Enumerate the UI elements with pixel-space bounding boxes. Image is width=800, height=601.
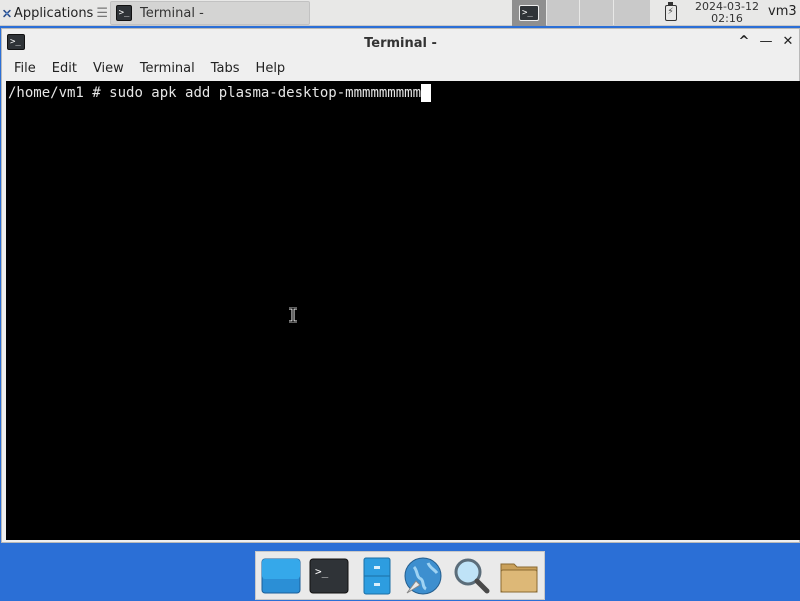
terminal-prompt: /home/vm1 #	[8, 85, 110, 101]
workspace-2-button[interactable]	[547, 0, 579, 26]
app-finder-icon[interactable]	[450, 555, 492, 597]
menu-view[interactable]: View	[85, 57, 132, 81]
svg-text:>_: >_	[315, 565, 329, 578]
ibeam-cursor-icon	[289, 307, 297, 323]
close-icon[interactable]: ✕	[779, 33, 797, 51]
applications-menu-button[interactable]: Applications ☰	[0, 0, 108, 26]
menu-help[interactable]: Help	[248, 57, 294, 81]
menu-edit[interactable]: Edit	[44, 57, 85, 81]
top-panel: Applications ☰ >_ Terminal - >_ ⚡ 2024-0…	[0, 0, 800, 26]
window-titlebar[interactable]: >_ Terminal - ^ — ✕	[2, 29, 799, 57]
menu-separator-icon: ☰	[96, 5, 108, 21]
file-manager-icon[interactable]	[356, 555, 398, 597]
workspace-1-button[interactable]: >_	[512, 0, 546, 26]
user-label[interactable]: vm3	[768, 4, 797, 19]
workspace-terminal-icon: >_	[519, 5, 539, 21]
terminal-window: >_ Terminal - ^ — ✕ File Edit View Termi…	[1, 28, 800, 543]
clock[interactable]: 2024-03-12 02:16	[690, 1, 764, 25]
terminal-app-icon[interactable]: >_	[7, 34, 25, 50]
terminal-command: sudo apk add plasma-desktop-mmmmmmmmm	[109, 85, 422, 101]
taskbar-terminal-label: Terminal -	[140, 5, 204, 21]
minimize-icon[interactable]: —	[757, 33, 775, 51]
menu-file[interactable]: File	[6, 57, 44, 81]
terminal-dock-icon[interactable]: >_	[308, 555, 350, 597]
text-cursor	[421, 84, 432, 102]
menu-bar: File Edit View Terminal Tabs Help	[2, 57, 799, 81]
terminal-output-area[interactable]: /home/vm1 # sudo apk add plasma-desktop-…	[6, 81, 800, 540]
maximize-icon[interactable]: ^	[735, 33, 753, 51]
battery-icon[interactable]: ⚡	[665, 2, 677, 21]
folder-icon[interactable]	[498, 555, 540, 597]
workspace-4-button[interactable]	[614, 0, 650, 26]
workspace-3-button[interactable]	[580, 0, 613, 26]
terminal-line: /home/vm1 # sudo apk add plasma-desktop-…	[8, 84, 432, 102]
web-browser-icon[interactable]	[402, 555, 444, 597]
menu-tabs[interactable]: Tabs	[203, 57, 248, 81]
show-desktop-icon[interactable]	[260, 555, 302, 597]
applications-label: Applications	[13, 5, 94, 21]
dock: >_	[255, 551, 545, 600]
terminal-icon: >_	[116, 5, 132, 21]
window-title: Terminal -	[364, 35, 437, 51]
menu-terminal[interactable]: Terminal	[132, 57, 203, 81]
clock-time: 02:16	[711, 12, 743, 25]
taskbar-terminal-button[interactable]: >_ Terminal -	[110, 1, 310, 25]
xfce-logo-icon	[3, 9, 11, 17]
